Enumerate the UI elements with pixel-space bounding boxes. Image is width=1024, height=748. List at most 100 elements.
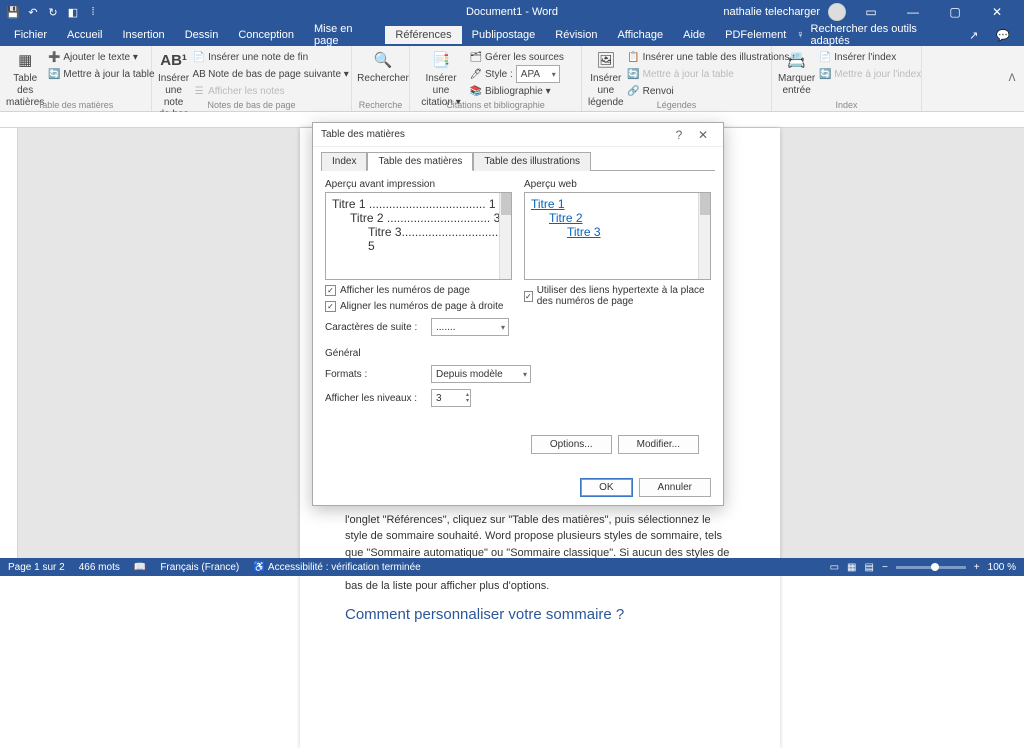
language-status[interactable]: Français (France) <box>160 562 239 573</box>
general-section-label: Général <box>325 348 711 359</box>
search-icon[interactable]: ♀ <box>796 29 804 41</box>
tab-pdfelement[interactable]: PDFelement <box>715 26 796 44</box>
menu-bar: Fichier Accueil Insertion Dessin Concept… <box>0 24 1024 46</box>
update-toc-button[interactable]: 🔄Mettre à jour la table <box>48 66 154 82</box>
page-status[interactable]: Page 1 sur 2 <box>8 562 65 573</box>
tab-dessin[interactable]: Dessin <box>175 26 229 44</box>
web-link-t2[interactable]: Titre 2 <box>531 211 704 225</box>
print-preview-label: Aperçu avant impression <box>325 179 512 190</box>
cross-reference-button[interactable]: 🔗Renvoi <box>628 83 790 99</box>
next-footnote-button[interactable]: ABNote de bas de page suivante ▾ <box>193 66 349 82</box>
undo-icon[interactable]: ↶ <box>26 5 40 19</box>
zoom-out-button[interactable]: − <box>882 562 888 573</box>
word-count[interactable]: 466 mots <box>79 562 120 573</box>
tab-publipostage[interactable]: Publipostage <box>462 26 546 44</box>
search-label[interactable]: Rechercher des outils adaptés <box>811 23 944 47</box>
show-page-numbers-checkbox[interactable]: ✓Afficher les numéros de page <box>325 285 512 296</box>
use-hyperlinks-checkbox[interactable]: ✓Utiliser des liens hypertexte à la plac… <box>524 285 711 307</box>
toc-dialog: Table des matières ? ✕ Index Table des m… <box>312 122 724 506</box>
insert-endnote-button[interactable]: 📄Insérer une note de fin <box>193 49 349 65</box>
tab-affichage[interactable]: Affichage <box>607 26 673 44</box>
leader-label: Caractères de suite : <box>325 322 425 333</box>
spell-check-icon[interactable]: 📖 <box>134 562 146 573</box>
tab-fichier[interactable]: Fichier <box>4 26 57 44</box>
update-illus-table-button: 🔄Mettre à jour la table <box>628 66 790 82</box>
group-label: Recherche <box>352 100 409 110</box>
group-label: Index <box>772 100 921 110</box>
scrollbar[interactable] <box>499 193 511 279</box>
view-read-icon[interactable]: ▭ <box>830 562 839 573</box>
ribbon: ▦ Table des matières ➕Ajouter le texte ▾… <box>0 46 1024 112</box>
citation-style-select[interactable]: 🖊Style : APA <box>470 66 564 82</box>
dialog-tab-index[interactable]: Index <box>321 152 367 171</box>
save-icon[interactable]: 💾 <box>6 5 20 19</box>
dialog-help-button[interactable]: ? <box>667 128 691 142</box>
index-icon: 📇 <box>787 51 807 71</box>
doc-heading-2[interactable]: Comment personnaliser votre sommaire ? <box>345 606 735 623</box>
web-link-t3[interactable]: Titre 3 <box>531 225 704 239</box>
toc-icon: ▦ <box>15 51 35 71</box>
close-button[interactable]: ✕ <box>980 0 1014 24</box>
modify-button[interactable]: Modifier... <box>618 435 699 454</box>
web-link-t1[interactable]: Titre 1 <box>531 197 704 211</box>
redo-icon[interactable]: ↻ <box>46 5 60 19</box>
tab-conception[interactable]: Conception <box>228 26 304 44</box>
qat-more-icon[interactable]: ⁞ <box>86 5 100 19</box>
dialog-title: Table des matières <box>321 129 667 140</box>
footnote-icon: AB¹ <box>164 51 184 71</box>
dialog-tab-tdm[interactable]: Table des matières <box>367 152 473 171</box>
view-print-icon[interactable]: ▦ <box>847 562 856 573</box>
update-index-button: 🔄Mettre à jour l'index <box>819 66 921 82</box>
dialog-close-button[interactable]: ✕ <box>691 128 715 142</box>
group-label: Notes de bas de page <box>152 100 351 110</box>
group-label: Table des matières <box>0 100 151 110</box>
formats-select[interactable]: Depuis modèle <box>431 365 531 383</box>
print-preview: Titre 1 ................................… <box>325 192 512 280</box>
collapse-ribbon-button[interactable]: ᐱ <box>1000 46 1024 111</box>
insert-index-button[interactable]: 📄Insérer l'index <box>819 49 921 65</box>
window-title: Document1 - Word <box>466 6 558 18</box>
align-page-numbers-checkbox[interactable]: ✓Aligner les numéros de page à droite <box>325 301 512 312</box>
add-text-button[interactable]: ➕Ajouter le texte ▾ <box>48 49 154 65</box>
citation-icon: 📑 <box>431 51 451 71</box>
manage-sources-button[interactable]: 🗂Gérer les sources <box>470 49 564 65</box>
feedback-icon[interactable]: 💬 <box>996 29 1010 42</box>
bibliography-button[interactable]: 📚Bibliographie ▾ <box>470 83 564 99</box>
share-icon[interactable]: ↗ <box>969 29 978 42</box>
view-web-icon[interactable]: ▤ <box>865 562 874 573</box>
touch-mode-icon[interactable]: ◧ <box>66 5 80 19</box>
user-name: nathalie telecharger <box>723 6 820 18</box>
scrollbar[interactable] <box>698 193 710 279</box>
maximize-button[interactable]: ▢ <box>938 0 972 24</box>
levels-label: Afficher les niveaux : <box>325 393 425 404</box>
caption-icon: 🖼 <box>596 51 616 71</box>
accessibility-status[interactable]: ♿ Accessibilité : vérification terminée <box>253 562 421 573</box>
group-label: Citations et bibliographie <box>410 100 581 110</box>
doc-paragraph[interactable]: Placez le curseur à l'endroit où vous so… <box>345 495 735 594</box>
vertical-ruler[interactable] <box>0 128 18 558</box>
tab-aide[interactable]: Aide <box>673 26 715 44</box>
web-preview-label: Aperçu web <box>524 179 711 190</box>
insert-illus-table-button[interactable]: 📋Insérer une table des illustrations <box>628 49 790 65</box>
group-label: Légendes <box>582 100 771 110</box>
web-preview: Titre 1 Titre 2 Titre 3 <box>524 192 711 280</box>
tab-revision[interactable]: Révision <box>545 26 607 44</box>
cancel-button[interactable]: Annuler <box>639 478 711 497</box>
levels-spinner[interactable]: 3 <box>431 389 471 407</box>
ribbon-options-icon[interactable]: ▭ <box>854 0 888 24</box>
show-notes-button: ☰Afficher les notes <box>193 83 349 99</box>
leader-select[interactable]: ....... <box>431 318 509 336</box>
options-button[interactable]: Options... <box>531 435 612 454</box>
tab-accueil[interactable]: Accueil <box>57 26 112 44</box>
ok-button[interactable]: OK <box>580 478 632 497</box>
zoom-level[interactable]: 100 % <box>988 562 1016 573</box>
zoom-slider[interactable] <box>896 566 966 569</box>
tab-references[interactable]: Références <box>385 26 461 44</box>
zoom-in-button[interactable]: + <box>974 562 980 573</box>
formats-label: Formats : <box>325 369 425 380</box>
minimize-button[interactable]: — <box>896 0 930 24</box>
search-icon: 🔍 <box>373 51 393 71</box>
tab-insertion[interactable]: Insertion <box>112 26 174 44</box>
dialog-tab-illustrations[interactable]: Table des illustrations <box>473 152 591 171</box>
avatar-icon[interactable] <box>828 3 846 21</box>
